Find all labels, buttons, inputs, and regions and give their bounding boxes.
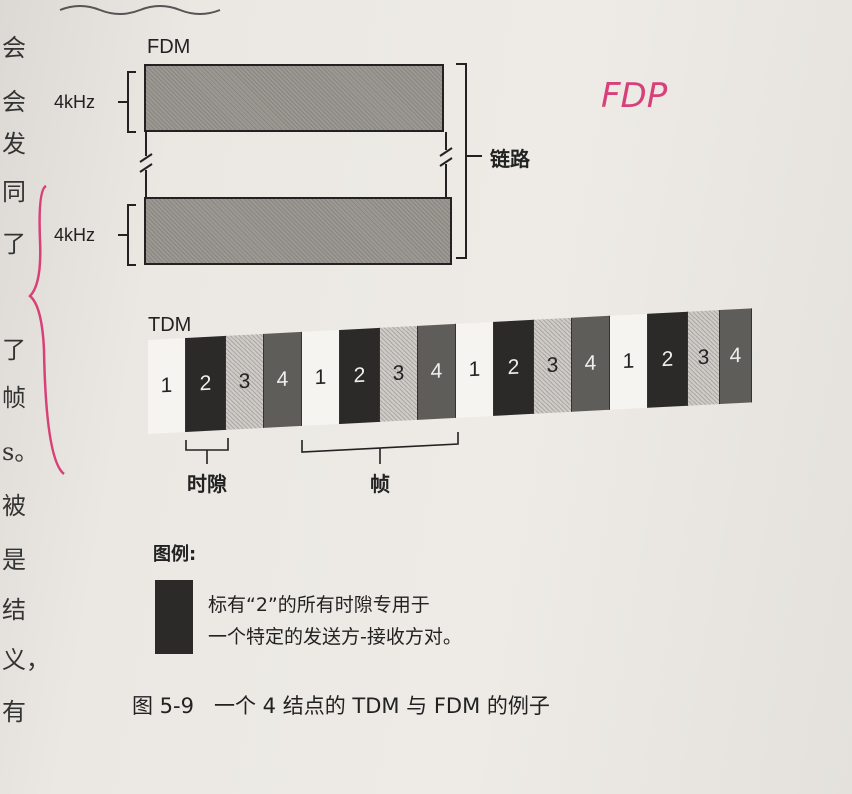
band-1-frequency-label: 4kHz (54, 92, 96, 112)
band-2-frequency-label: 4kHz (54, 225, 96, 245)
tdm-slot: 1 (148, 338, 186, 434)
tdm-slot: 2 (340, 327, 380, 424)
tdm-slot: 3 (226, 333, 264, 430)
tdm-slot: 2 (494, 319, 534, 416)
tdm-slot: 4 (720, 308, 752, 405)
tdm-slot: 4 (572, 315, 610, 412)
fdm-band-1 (144, 64, 444, 132)
tdm-slot: 1 (610, 313, 648, 410)
legend-line-1: 标有“2”的所有时隙专用于 (208, 594, 430, 616)
tdm-slot: 3 (534, 317, 572, 414)
tdm-slot: 1 (302, 329, 340, 426)
textbook-page: 会 会 发 同 了 了 帧 s。 被 是 结 义， 有 FDM 4kHz 4kH… (0, 0, 852, 794)
handwritten-note: FDP (601, 76, 668, 116)
figure-caption: 图 5-9 一个 4 结点的 TDM 与 FDM 的例子 (132, 694, 550, 718)
tdm-slot: 2 (648, 311, 688, 408)
fdm-title: FDM (147, 36, 191, 58)
tdm-slot: 1 (456, 321, 494, 418)
tdm-slot: 2 (186, 335, 226, 433)
tdm-slot: 3 (380, 325, 418, 422)
legend-line-2: 一个特定的发送方-接收方对。 (208, 626, 462, 648)
tdm-slot: 4 (418, 323, 456, 420)
timeslot-label: 时隙 (187, 472, 227, 496)
tdm-slot: 4 (264, 331, 302, 428)
tdm-slot: 3 (688, 310, 720, 406)
frame-label: 帧 (370, 472, 390, 496)
fdm-band-2 (144, 197, 452, 265)
link-label: 链路 (490, 147, 530, 171)
legend-title: 图例: (153, 544, 197, 565)
legend-swatch (155, 580, 193, 654)
tdm-title: TDM (148, 314, 192, 336)
